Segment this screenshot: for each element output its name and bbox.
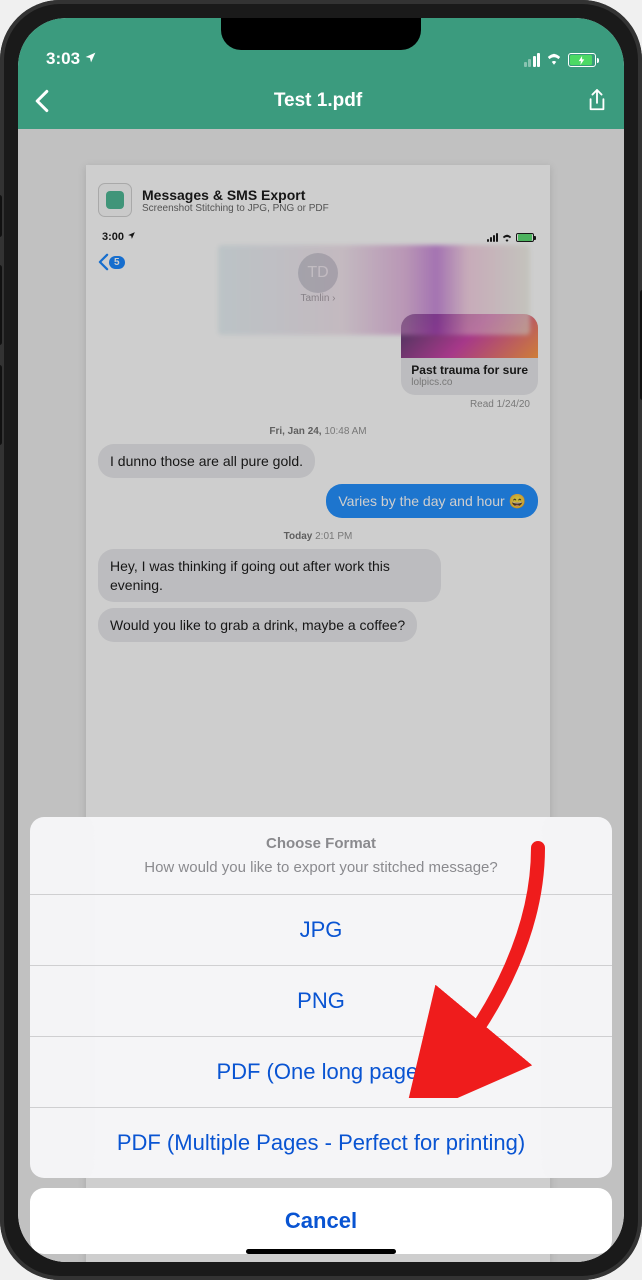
- phone-frame: 3:03: [0, 0, 642, 1280]
- share-button[interactable]: [586, 88, 608, 114]
- battery-icon: [568, 53, 596, 67]
- side-button: [0, 265, 2, 345]
- action-sheet-title: Choose Format: [46, 835, 596, 852]
- content-area: Messages & SMS Export Screenshot Stitchi…: [18, 129, 624, 1262]
- cancel-button[interactable]: Cancel: [30, 1188, 612, 1254]
- action-sheet-header: Choose Format How would you like to expo…: [30, 817, 612, 895]
- format-option-pdf-multi[interactable]: PDF (Multiple Pages - Perfect for printi…: [30, 1108, 612, 1178]
- signal-icon: [524, 53, 541, 67]
- page-title: Test 1.pdf: [274, 90, 362, 112]
- format-option-png[interactable]: PNG: [30, 966, 612, 1037]
- side-button: [0, 365, 2, 445]
- nav-bar: Test 1.pdf: [18, 73, 624, 129]
- location-icon: [84, 51, 97, 68]
- action-sheet-subtitle: How would you like to export your stitch…: [46, 858, 596, 878]
- action-sheet: Choose Format How would you like to expo…: [30, 817, 612, 1254]
- format-option-pdf-long[interactable]: PDF (One long page): [30, 1037, 612, 1108]
- side-button: [0, 195, 2, 237]
- home-indicator[interactable]: [246, 1249, 396, 1254]
- status-time: 3:03: [46, 49, 80, 69]
- format-option-jpg[interactable]: JPG: [30, 895, 612, 966]
- notch: [221, 18, 421, 50]
- wifi-icon: [545, 51, 563, 69]
- back-button[interactable]: [34, 89, 50, 113]
